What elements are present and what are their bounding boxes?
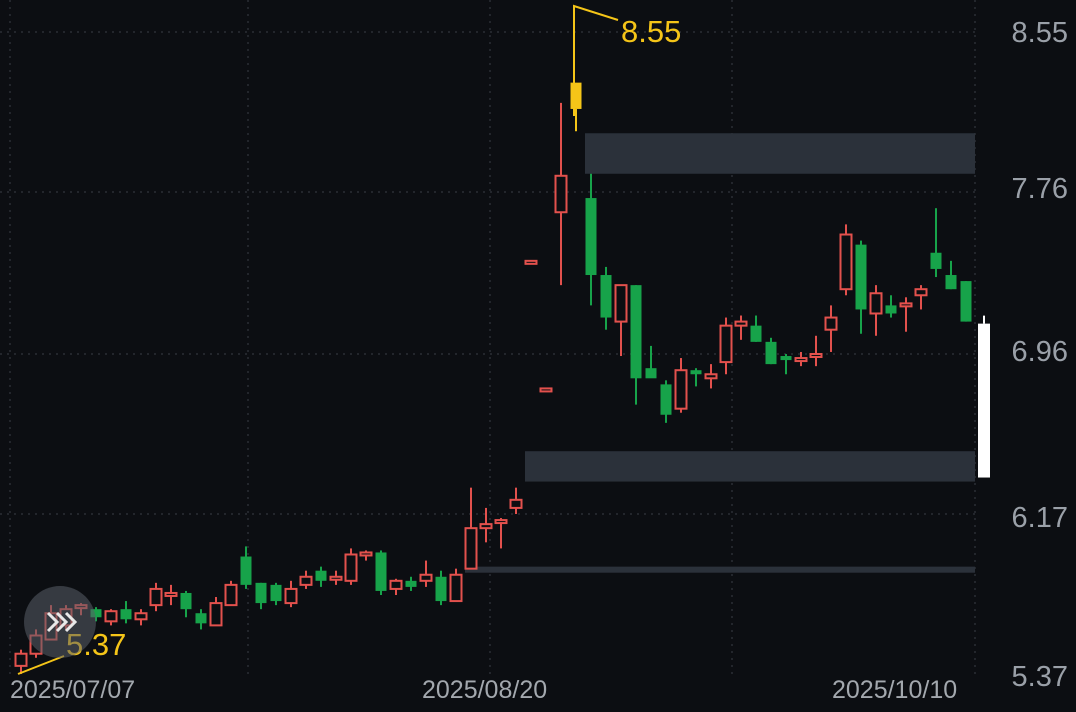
candle-body (134, 612, 148, 621)
price-zone (465, 566, 975, 573)
candle-body (164, 591, 178, 597)
candle-body (945, 275, 957, 290)
candle-body (104, 610, 118, 623)
x-tick-label: 2025/08/20 (422, 676, 547, 704)
candle-body (824, 316, 838, 331)
candle-body (734, 320, 748, 327)
candle-body (914, 288, 928, 297)
candle-body (344, 553, 358, 582)
double-chevron-right-icon (46, 611, 77, 633)
candle-body (464, 527, 478, 570)
candle-body (780, 356, 792, 361)
candle-body (869, 292, 883, 315)
y-tick-label: 7.76 (1012, 173, 1068, 205)
candle-body (435, 576, 447, 602)
candle-body (120, 609, 132, 620)
candle-body (224, 583, 238, 607)
candle-body (794, 357, 808, 363)
candle-body (630, 285, 642, 379)
candle-body (315, 570, 327, 581)
candle-body (930, 252, 942, 269)
candle-body (419, 573, 433, 582)
y-tick-label: 8.55 (1012, 17, 1068, 49)
candle-body (750, 325, 762, 342)
candle-body (359, 551, 373, 557)
candle-body (660, 384, 672, 415)
candle-body (389, 579, 403, 590)
candle-body (255, 582, 267, 604)
candle-body (524, 259, 538, 265)
candle-body (570, 82, 582, 109)
candle-body (479, 523, 493, 530)
candlestick-chart[interactable]: 8.55 7.76 6.96 6.17 5.37 2025/07/07 2025… (0, 0, 1076, 712)
candle-body (270, 584, 282, 602)
scroll-to-latest-button[interactable] (24, 586, 96, 658)
price-zone (525, 451, 975, 482)
candle-body (299, 575, 313, 586)
candle-body (855, 244, 867, 310)
x-tick-label: 2025/10/10 (832, 676, 957, 704)
candle-body (899, 302, 913, 308)
candle-body (14, 652, 28, 667)
x-tick-label: 2025/07/07 (10, 676, 135, 704)
candle-body (614, 284, 628, 323)
candle-body (149, 587, 163, 607)
candle-body (839, 233, 853, 291)
candle-body (284, 587, 298, 605)
candle-body (449, 573, 463, 603)
candle-body (494, 519, 508, 525)
candle-body (765, 341, 777, 365)
candle-body (809, 353, 823, 358)
candle-body (600, 275, 612, 318)
candle-body (329, 575, 343, 581)
latest-price-bar (978, 323, 990, 478)
candle-body (704, 373, 718, 380)
candle-body (509, 498, 523, 509)
candle-body (645, 368, 657, 379)
candle-body (375, 552, 387, 591)
candle-body (960, 281, 972, 322)
candle-body (690, 370, 702, 375)
y-tick-label: 6.96 (1012, 336, 1068, 368)
candle-body (209, 602, 223, 627)
candle-body (674, 369, 688, 410)
y-tick-label: 5.37 (1012, 661, 1068, 693)
candle-body (180, 592, 192, 610)
y-tick-label: 6.17 (1012, 502, 1068, 534)
candle-body (195, 613, 207, 624)
candle-body (885, 305, 897, 314)
high-callout-label: 8.55 (621, 14, 681, 49)
candle-body (554, 174, 568, 214)
chart-grid (0, 0, 976, 676)
candle-body (240, 556, 252, 585)
candle-body (585, 198, 597, 276)
candle-body (719, 324, 733, 364)
price-zone (585, 133, 975, 174)
candle-body (539, 387, 553, 393)
candle-body (405, 580, 417, 587)
chart-overlays (978, 315, 990, 478)
